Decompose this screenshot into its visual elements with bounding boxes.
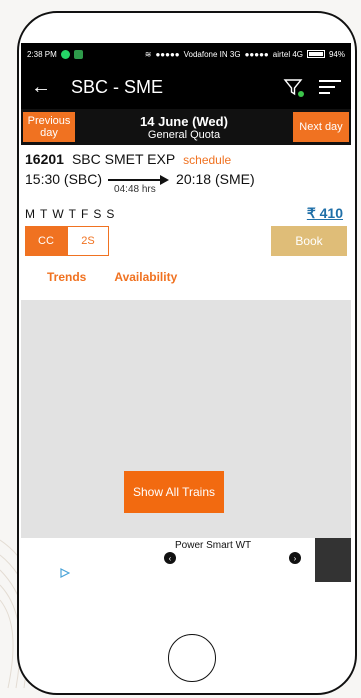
filter-icon[interactable] (283, 77, 304, 97)
status-bar: 2:38 PM ≋ ●●●●● Vodafone IN 3G ●●●●● air… (21, 43, 351, 65)
carrier-2: airtel 4G (272, 49, 303, 59)
journey-duration: 04:48 hrs (114, 184, 156, 195)
fare-link[interactable]: ₹ 410 (307, 205, 343, 222)
previous-day-button[interactable]: Previous day (23, 112, 75, 142)
next-day-button[interactable]: Next day (292, 112, 349, 142)
back-arrow-icon[interactable]: ← (31, 76, 61, 99)
date-display: 14 June (Wed) General Quota (140, 114, 228, 141)
page-title: SBC - SME (71, 76, 164, 97)
status-time: 2:38 PM (27, 49, 57, 59)
signal-dots-2: ●●●●● (244, 49, 269, 59)
notification-icon (73, 49, 83, 59)
date-bar: Previous day 14 June (Wed) General Quota… (21, 109, 351, 145)
ad-next-icon[interactable]: › (289, 552, 301, 564)
quota-label: General Quota (147, 128, 221, 141)
day-fri: F (81, 206, 90, 221)
schedule-link[interactable]: schedule (183, 153, 231, 167)
train-name: SBC SMET EXP (71, 151, 176, 167)
ad-text: Power Smart WT (175, 540, 252, 551)
day-sun: S (106, 206, 116, 221)
home-button[interactable] (168, 634, 216, 682)
departure-time: 15:30 (SBC) (25, 171, 103, 187)
running-days: M T W T F S S (25, 207, 115, 221)
day-wed: W (52, 206, 65, 221)
day-tue: T (40, 206, 49, 221)
app-screen: 2:38 PM ≋ ●●●●● Vodafone IN 3G ●●●●● air… (21, 43, 351, 593)
page: 2:38 PM ≋ ●●●●● Vodafone IN 3G ●●●●● air… (0, 0, 361, 698)
signal-dots: ●●●●● (155, 49, 180, 59)
arrival-time: 20:18 (SME) (176, 171, 255, 187)
class-cc-button[interactable]: CC (25, 226, 67, 256)
wifi-icon: ≋ (144, 49, 152, 59)
journey-arrow: 04:48 hrs (108, 171, 170, 197)
show-all-trains-button[interactable]: Show All Trains (124, 471, 224, 513)
tab-trends[interactable]: Trends (47, 270, 86, 284)
journey-date: 14 June (Wed) (140, 113, 228, 129)
app-bar: ← SBC - SME (21, 65, 351, 109)
ad-banner[interactable]: ‹ Power Smart WT › (21, 538, 351, 582)
carrier-1: Vodafone IN 3G (183, 49, 241, 59)
filter-active-dot (298, 91, 304, 97)
tab-availability[interactable]: Availability (114, 270, 177, 284)
book-button[interactable]: Book (271, 226, 347, 256)
ad-prev-icon[interactable]: ‹ (164, 552, 176, 564)
ad-choices-icon[interactable] (60, 568, 70, 578)
train-card[interactable]: 16201 SBC SMET EXP schedule 15:30 (SBC) … (21, 145, 351, 256)
class-2s-button[interactable]: 2S (67, 226, 109, 256)
day-mon: M (25, 206, 36, 221)
sort-icon[interactable] (319, 76, 341, 98)
battery-level: 94% (328, 49, 345, 59)
whatsapp-icon (60, 49, 70, 59)
tab-bar: Trends Availability (21, 266, 351, 288)
tab-content-area: Show All Trains (21, 300, 351, 538)
day-sat: S (93, 206, 103, 221)
train-number: 16201 (25, 151, 64, 167)
ad-image[interactable] (315, 538, 351, 582)
day-thu: T (68, 206, 78, 221)
battery-icon (306, 50, 325, 58)
